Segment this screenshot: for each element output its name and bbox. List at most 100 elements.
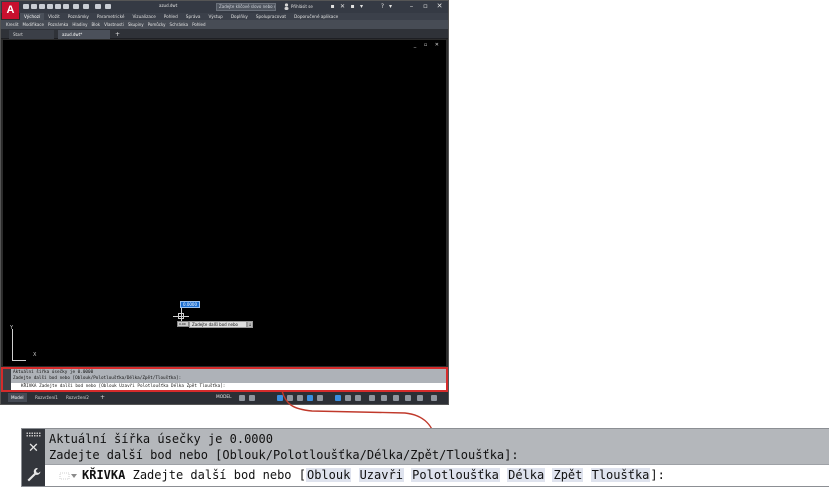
scale-icon[interactable] xyxy=(355,395,361,401)
option-oblouk[interactable]: Oblouk xyxy=(305,468,352,482)
option-zpet[interactable]: Zpět xyxy=(552,468,584,482)
grid-icon[interactable] xyxy=(239,395,245,401)
polar-icon[interactable] xyxy=(287,395,293,401)
annotation-icon[interactable] xyxy=(335,395,341,401)
drawing-canvas[interactable]: _ ▫ ✕ Y X 0.0000 0.00 Zadejte další bod … xyxy=(3,40,446,366)
command-history-line: Aktuální šířka úsečky je 0.0000 xyxy=(49,432,273,446)
viewport-controls[interactable]: _ ▫ ✕ xyxy=(414,42,442,48)
print-icon[interactable] xyxy=(55,4,61,9)
ribbon-tab[interactable]: Výchozí xyxy=(20,13,45,20)
workspace-dropdown-icon[interactable] xyxy=(105,4,111,9)
cart-icon[interactable]: ▪ xyxy=(329,3,336,10)
ribbon-panel[interactable]: Hladiny xyxy=(70,20,89,29)
command-history: Aktuální šířka úsečky je 0.0000 Zadejte … xyxy=(13,370,446,383)
minimize-button[interactable]: – xyxy=(407,2,416,11)
redo-icon[interactable] xyxy=(83,4,89,9)
ribbon-panel[interactable]: Schránka xyxy=(168,20,191,29)
help-icon[interactable]: ? xyxy=(379,3,386,10)
wrench-icon[interactable] xyxy=(26,467,41,482)
hardware-icon[interactable] xyxy=(405,395,411,401)
ribbon-tab[interactable]: Správa xyxy=(182,13,205,20)
command-window-zoomed: ✕ Aktuální šířka úsečky je 0.0000 Zadejt… xyxy=(21,428,829,487)
snap-icon[interactable] xyxy=(249,395,255,401)
tab-start[interactable]: Start xyxy=(9,30,54,39)
maximize-button[interactable]: ▫ xyxy=(421,2,430,11)
prompt-options-dropdown[interactable]: ↓ xyxy=(247,321,253,328)
ribbon-panels: Kreslit Modifikace Poznámka Hladiny Blok… xyxy=(1,20,448,29)
grip-icon[interactable] xyxy=(26,432,41,437)
tab-drawing[interactable]: azud.dwt* xyxy=(58,30,110,39)
close-window-button[interactable]: ✕ xyxy=(435,2,444,11)
exchange-icon[interactable]: ✕ xyxy=(339,3,346,10)
ribbon-panel[interactable]: Skupiny xyxy=(126,20,146,29)
dynamic-input-field[interactable]: 0.0000 xyxy=(180,301,200,308)
option-polotloustka[interactable]: Polotloušťka xyxy=(411,468,500,482)
command-window-handle[interactable] xyxy=(3,369,11,390)
ribbon-panel[interactable]: Modifikace xyxy=(21,20,46,29)
more-dropdown-icon[interactable]: ▾ xyxy=(358,3,365,10)
layout-tab-layout1[interactable]: Rozvržení1 xyxy=(32,393,61,402)
ribbon-panel[interactable]: Poznámka xyxy=(46,20,70,29)
option-uzavri[interactable]: Uzavři xyxy=(358,468,404,482)
sign-in-label[interactable]: Přihlásit se xyxy=(291,4,313,9)
undo-icon[interactable] xyxy=(73,4,79,9)
dynamic-tooltip-value: 0.00 xyxy=(177,321,189,327)
new-tab-button[interactable]: + xyxy=(114,30,122,39)
settings-icon[interactable] xyxy=(381,395,387,401)
ribbon-tab[interactable]: Doplňky xyxy=(227,13,252,20)
save-icon[interactable] xyxy=(39,4,45,9)
command-line-input[interactable]: KŘIVKA Zadejte další bod nebo [Oblouk Uz… xyxy=(45,464,829,486)
ribbon-tab[interactable]: Parametrické xyxy=(93,13,129,20)
ucs-x-label: X xyxy=(33,352,37,358)
app-logo[interactable]: A xyxy=(2,2,19,19)
command-prompt-end: ]: xyxy=(650,468,665,482)
plot-icon[interactable] xyxy=(63,4,69,9)
command-window-sidebar: ✕ xyxy=(22,429,45,486)
ribbon-panel[interactable]: Blok xyxy=(89,20,102,29)
open-file-icon[interactable] xyxy=(31,4,37,9)
ribbon-tab[interactable]: Výstup xyxy=(204,13,226,20)
ribbon-tab[interactable]: Vložit xyxy=(44,13,64,20)
command-history-line: Zadejte další bod nebo [Oblouk/Polotlouš… xyxy=(49,448,519,462)
command-name: KŘIVKA xyxy=(82,468,126,482)
command-prompt-text: KŘIVKA Zadejte další bod nebo [Oblouk Uz… xyxy=(82,468,665,483)
otrack-icon[interactable] xyxy=(317,395,323,401)
search-input[interactable]: Zadejte klíčové slovo nebo výraz xyxy=(216,3,276,11)
a360-icon[interactable]: ▪ xyxy=(349,3,356,10)
ribbon-tabs: Výchozí Vložit Poznámky Parametrické Viz… xyxy=(20,13,448,20)
close-icon[interactable]: ✕ xyxy=(27,442,40,455)
isodraft-icon[interactable] xyxy=(297,395,303,401)
annotation-scale-icon[interactable] xyxy=(345,395,351,401)
ribbon-panel[interactable]: Vlastnosti xyxy=(102,20,126,29)
share-icon[interactable] xyxy=(95,4,101,9)
isolate-icon[interactable] xyxy=(393,395,399,401)
add-layout-button[interactable]: + xyxy=(97,393,108,402)
osnap-icon[interactable] xyxy=(307,395,313,401)
help-dropdown-icon[interactable]: ▾ xyxy=(387,3,394,10)
new-file-icon[interactable] xyxy=(23,4,29,9)
ribbon-tab[interactable]: Doporučené aplikace xyxy=(290,13,342,20)
option-delka[interactable]: Délka xyxy=(507,468,546,482)
command-line-input[interactable]: KŘIVKA Zadejte další bod nebo [Oblouk Uz… xyxy=(11,383,446,390)
clean-screen-icon[interactable] xyxy=(417,395,423,401)
cursor-pickbox xyxy=(178,313,184,319)
option-tloustka[interactable]: Tloušťka xyxy=(590,468,651,482)
command-history-line: Zadejte další bod nebo [Oblouk/Polotlouš… xyxy=(13,376,182,381)
ribbon-panel[interactable]: Pomůcky xyxy=(146,20,168,29)
workspace-icon[interactable] xyxy=(369,395,375,401)
ribbon-tab[interactable]: Vizualizace xyxy=(128,13,159,20)
ribbon-tab[interactable]: Poznámky xyxy=(64,13,93,20)
ribbon-tab[interactable]: Spolupracovat xyxy=(252,13,290,20)
ortho-icon[interactable] xyxy=(277,395,283,401)
user-icon[interactable] xyxy=(284,3,289,10)
ucs-x-axis xyxy=(12,360,26,361)
layout-tab-model[interactable]: Model xyxy=(8,393,27,402)
ribbon-tab[interactable]: Pohled xyxy=(160,13,182,20)
save-as-icon[interactable] xyxy=(47,4,53,9)
customize-icon[interactable] xyxy=(431,395,437,401)
model-space-toggle[interactable]: MODEL xyxy=(216,394,232,402)
layout-tab-layout2[interactable]: Rozvržení2 xyxy=(63,393,92,402)
recent-commands-icon[interactable] xyxy=(59,469,79,483)
ribbon-panel[interactable]: Pohled xyxy=(190,20,207,29)
ribbon-panel[interactable]: Kreslit xyxy=(4,20,21,29)
